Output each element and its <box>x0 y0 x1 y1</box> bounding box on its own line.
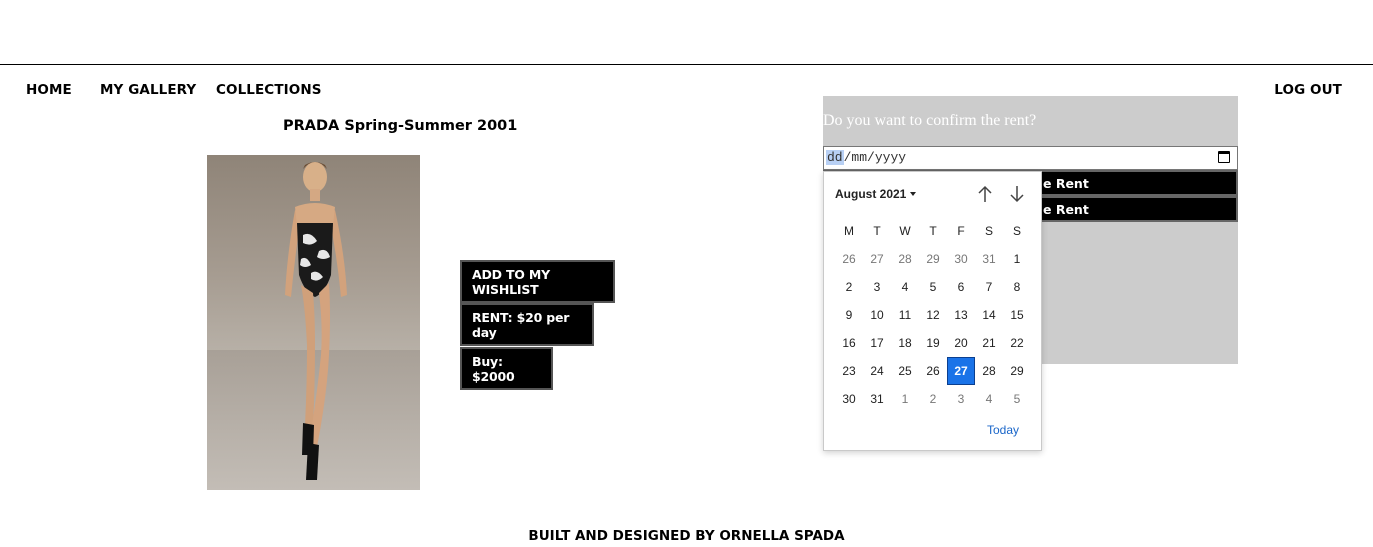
weekday-header: S <box>1012 224 1021 238</box>
calendar-day[interactable]: 31 <box>975 245 1003 273</box>
calendar-day[interactable]: 25 <box>891 357 919 385</box>
calendar-day[interactable]: 26 <box>919 357 947 385</box>
buy-button[interactable]: Buy: $2000 <box>460 347 553 390</box>
calendar-day[interactable]: 3 <box>947 385 975 413</box>
calendar-day[interactable]: 30 <box>835 385 863 413</box>
date-year-segment[interactable]: yyyy <box>875 150 906 165</box>
weekday-header: W <box>899 224 911 238</box>
calendar-day[interactable]: 18 <box>891 329 919 357</box>
calendar-day[interactable]: 19 <box>919 329 947 357</box>
weekday-header: F <box>957 224 965 238</box>
calendar-day[interactable]: 15 <box>1003 301 1031 329</box>
calendar-day[interactable]: 22 <box>1003 329 1031 357</box>
calendar-day-selected[interactable]: 27 <box>947 357 975 385</box>
calendar-day[interactable]: 5 <box>1003 385 1031 413</box>
calendar-day[interactable]: 1 <box>891 385 919 413</box>
chevron-down-icon <box>910 192 917 196</box>
previous-month-icon[interactable] <box>974 183 996 205</box>
date-picker-popup: August 2021 M T W T F S S 26 27 28 29 30 31 1 2 3 4 5 6 7 8 9… <box>823 171 1042 451</box>
calendar-day[interactable]: 27 <box>863 245 891 273</box>
month-label: August 2021 <box>835 187 907 201</box>
calendar-day[interactable]: 20 <box>947 329 975 357</box>
calendar-day[interactable]: 6 <box>947 273 975 301</box>
calendar-day[interactable]: 24 <box>863 357 891 385</box>
calendar-day[interactable]: 1 <box>1003 245 1031 273</box>
calendar-day[interactable]: 13 <box>947 301 975 329</box>
nav-logout-link[interactable]: LOG OUT <box>1274 82 1342 98</box>
month-selector[interactable]: August 2021 <box>835 187 917 201</box>
calendar-day[interactable]: 31 <box>863 385 891 413</box>
calendar-day[interactable]: 8 <box>1003 273 1031 301</box>
calendar-day[interactable]: 9 <box>835 301 863 329</box>
calendar-day[interactable]: 14 <box>975 301 1003 329</box>
next-month-icon[interactable] <box>1006 183 1028 205</box>
confirm-rent-button-label: e Rent <box>1043 175 1089 191</box>
add-to-wishlist-button[interactable]: ADD TO MY WISHLIST <box>460 260 615 303</box>
today-button[interactable]: Today <box>987 423 1019 437</box>
date-month-segment[interactable]: mm <box>851 150 867 165</box>
calendar-icon[interactable] <box>1218 151 1230 163</box>
calendar-day[interactable]: 21 <box>975 329 1003 357</box>
cancel-rent-button-label: e Rent <box>1043 201 1089 217</box>
calendar-day[interactable]: 23 <box>835 357 863 385</box>
nav-home-link[interactable]: HOME <box>26 82 72 98</box>
calendar-day[interactable]: 11 <box>891 301 919 329</box>
rent-date-input[interactable]: dd/mm/yyyy <box>823 146 1238 170</box>
calendar-day[interactable]: 30 <box>947 245 975 273</box>
calendar-day[interactable]: 12 <box>919 301 947 329</box>
calendar-day[interactable]: 16 <box>835 329 863 357</box>
calendar-day[interactable]: 4 <box>975 385 1003 413</box>
weekday-header: M <box>844 224 854 238</box>
rent-button[interactable]: RENT: $20 per day <box>460 303 594 346</box>
calendar-day[interactable]: 28 <box>975 357 1003 385</box>
date-separator: / <box>867 150 875 165</box>
calendar-day[interactable]: 29 <box>919 245 947 273</box>
item-title: PRADA Spring-Summer 2001 <box>283 118 518 134</box>
calendar-day[interactable]: 26 <box>835 245 863 273</box>
calendar-day[interactable]: 28 <box>891 245 919 273</box>
header-divider <box>0 64 1373 65</box>
date-day-segment[interactable]: dd <box>826 150 844 165</box>
calendar-day[interactable]: 2 <box>835 273 863 301</box>
runway-photo <box>207 155 420 490</box>
calendar-day[interactable]: 17 <box>863 329 891 357</box>
calendar-day[interactable]: 7 <box>975 273 1003 301</box>
calendar-day[interactable]: 4 <box>891 273 919 301</box>
nav-my-gallery-link[interactable]: MY GALLERY <box>100 82 196 98</box>
nav-collections-link[interactable]: COLLECTIONS <box>216 82 322 98</box>
calendar-day[interactable]: 10 <box>863 301 891 329</box>
weekday-header: T <box>873 224 881 238</box>
calendar-day[interactable]: 2 <box>919 385 947 413</box>
confirm-rent-question: Do you want to confirm the rent? <box>823 112 1037 129</box>
weekday-header: T <box>929 224 937 238</box>
weekday-header: S <box>984 224 993 238</box>
calendar-day[interactable]: 29 <box>1003 357 1031 385</box>
footer-credit: BUILT AND DESIGNED BY ORNELLA SPADA <box>528 528 845 544</box>
calendar-day[interactable]: 5 <box>919 273 947 301</box>
calendar-day[interactable]: 3 <box>863 273 891 301</box>
